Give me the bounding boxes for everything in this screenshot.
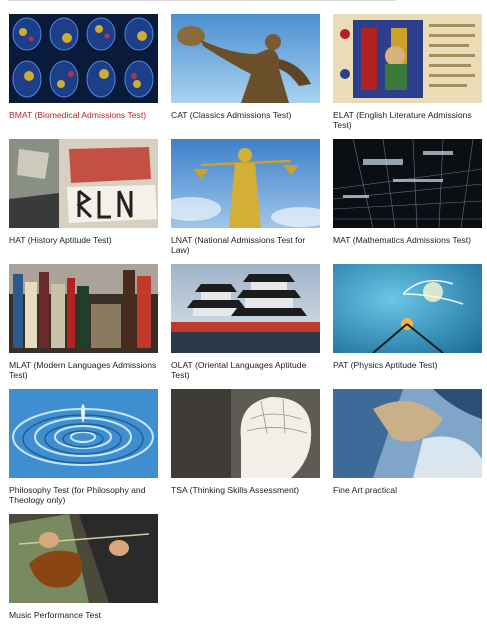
berlin-wall-graffiti-image[interactable] (9, 139, 158, 228)
discus-thrower-statue-image[interactable] (171, 14, 320, 103)
water-ripple-image[interactable] (9, 389, 158, 478)
japanese-castle-image[interactable] (171, 264, 320, 353)
test-tile-philosophy[interactable]: Philosophy Test (for Philosophy and Theo… (9, 389, 158, 505)
test-tile-fine-art[interactable]: Fine Art practical (333, 389, 482, 495)
test-label[interactable]: LNAT (National Admissions Test for Law) (171, 235, 320, 255)
phrenology-head-image[interactable] (171, 389, 320, 478)
test-tile-bmat[interactable]: BMAT (Biomedical Admissions Test) (9, 14, 158, 120)
test-tile-music[interactable]: Music Performance Test (9, 514, 158, 620)
test-tile-elat[interactable]: ELAT (English Literature Admissions Test… (333, 14, 482, 130)
test-label[interactable]: CAT (Classics Admissions Test) (171, 110, 320, 120)
test-label[interactable]: Philosophy Test (for Philosophy and Theo… (9, 485, 158, 505)
light-bulb-filament-image[interactable] (333, 264, 482, 353)
test-label[interactable]: Fine Art practical (333, 485, 482, 495)
digital-grid-image[interactable] (333, 139, 482, 228)
lady-justice-statue-image[interactable] (171, 139, 320, 228)
test-label[interactable]: Music Performance Test (9, 610, 158, 620)
top-divider (8, 0, 396, 1)
test-tile-olat[interactable]: OLAT (Oriental Languages Aptitude Test) (171, 264, 320, 380)
test-label[interactable]: OLAT (Oriental Languages Aptitude Test) (171, 360, 320, 380)
test-tile-mlat[interactable]: MLAT (Modern Languages Admissions Test) (9, 264, 158, 380)
test-tile-hat[interactable]: HAT (History Aptitude Test) (9, 139, 158, 245)
test-tile-tsa[interactable]: TSA (Thinking Skills Assessment) (171, 389, 320, 495)
test-label[interactable]: MAT (Mathematics Admissions Test) (333, 235, 482, 245)
test-label[interactable]: MLAT (Modern Languages Admissions Test) (9, 360, 158, 380)
test-tile-mat[interactable]: MAT (Mathematics Admissions Test) (333, 139, 482, 245)
test-tile-cat[interactable]: CAT (Classics Admissions Test) (171, 14, 320, 120)
illuminated-manuscript-image[interactable] (333, 14, 482, 103)
abstract-painting-image[interactable] (333, 389, 482, 478)
test-tile-lnat[interactable]: LNAT (National Admissions Test for Law) (171, 139, 320, 255)
bookshelf-image[interactable] (9, 264, 158, 353)
test-label[interactable]: BMAT (Biomedical Admissions Test) (9, 110, 158, 120)
test-label[interactable]: ELAT (English Literature Admissions Test… (333, 110, 482, 130)
brain-scan-image[interactable] (9, 14, 158, 103)
test-label[interactable]: HAT (History Aptitude Test) (9, 235, 158, 245)
test-label[interactable]: TSA (Thinking Skills Assessment) (171, 485, 320, 495)
test-label[interactable]: PAT (Physics Aptitude Test) (333, 360, 482, 370)
violin-player-image[interactable] (9, 514, 158, 603)
test-tile-pat[interactable]: PAT (Physics Aptitude Test) (333, 264, 482, 370)
